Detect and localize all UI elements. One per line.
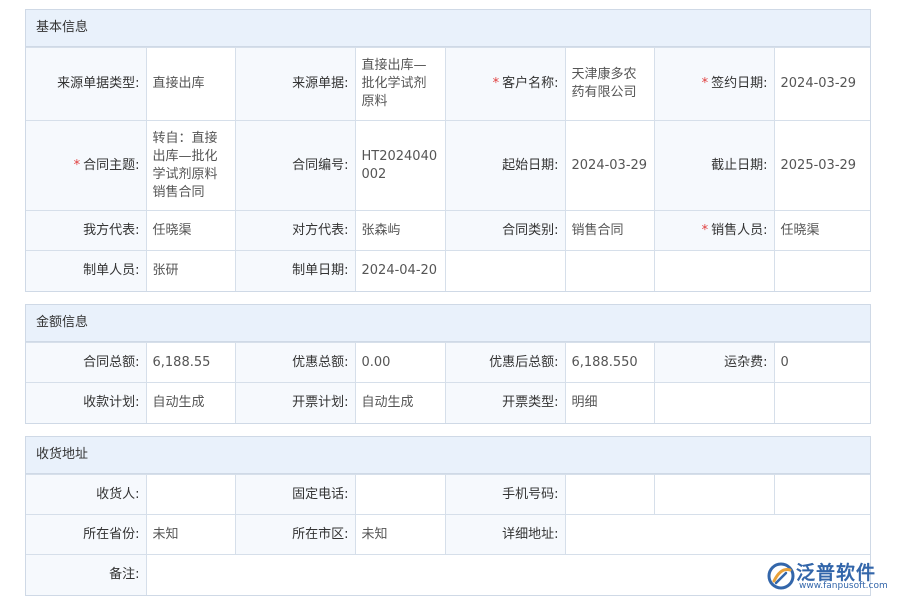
subject-label: * 合同主题: bbox=[26, 120, 147, 211]
contract-no-label: 合同编号: bbox=[234, 120, 356, 211]
amount-info-table: 合同总额: 6,188.55 优惠总额: 0.00 优惠后总额: 6,188.5… bbox=[26, 342, 870, 423]
source-doc-value: 直接出库—批化学试剂原料 bbox=[354, 47, 446, 121]
required-asterisk: * bbox=[73, 157, 81, 173]
empty-cell bbox=[653, 250, 775, 291]
detail-address-label: 详细地址: bbox=[444, 514, 566, 555]
contract-type-value: 销售合同 bbox=[564, 210, 655, 251]
our-rep-label: 我方代表: bbox=[26, 210, 147, 251]
province-value: 未知 bbox=[145, 514, 236, 555]
required-asterisk: * bbox=[701, 76, 709, 91]
start-date-label: 起始日期: bbox=[444, 120, 566, 211]
basic-info-section: 基本信息 来源单据类型: 直接出库 来源单据: 直接出库—批化学试剂原料 * 客户… bbox=[25, 9, 871, 292]
city-label: 所在市区: bbox=[234, 514, 356, 555]
section-title-amount: 金额信息 bbox=[26, 305, 870, 342]
invoice-type-label: 开票类型: bbox=[444, 382, 566, 423]
after-discount-label: 优惠后总额: bbox=[444, 342, 566, 383]
address-table: 收货人: 固定电话: 手机号码: 所在省份: 未知 所在市区: 未知 详细地址:… bbox=[26, 474, 870, 595]
customer-value: 天津康多农药有限公司 bbox=[564, 47, 655, 121]
section-title-address: 收货地址 bbox=[26, 437, 870, 474]
required-asterisk: * bbox=[492, 76, 500, 91]
required-asterisk: * bbox=[701, 222, 709, 238]
invoice-plan-value: 自动生成 bbox=[354, 382, 446, 423]
maker-value: 张研 bbox=[145, 250, 236, 291]
sales-label: * 销售人员: bbox=[653, 210, 775, 251]
total-label: 合同总额: bbox=[26, 342, 147, 383]
after-discount-value: 6,188.550 bbox=[564, 342, 655, 383]
sales-value: 任晓渠 bbox=[773, 210, 870, 251]
empty-cell bbox=[653, 382, 775, 423]
make-date-label: 制单日期: bbox=[234, 250, 356, 291]
customer-label: * 客户名称: bbox=[444, 47, 566, 121]
freight-label: 运杂费: bbox=[653, 342, 775, 383]
sign-date-label: * 签约日期: bbox=[653, 47, 775, 121]
empty-cell bbox=[564, 250, 655, 291]
end-date-value: 2025-03-29 bbox=[773, 120, 870, 211]
source-type-label: 来源单据类型: bbox=[26, 47, 147, 121]
province-label: 所在省份: bbox=[26, 514, 147, 555]
make-date-value: 2024-04-20 bbox=[354, 250, 446, 291]
remark-label: 备注: bbox=[26, 554, 147, 595]
phone-value bbox=[354, 474, 446, 515]
our-rep-value: 任晓渠 bbox=[145, 210, 236, 251]
start-date-value: 2024-03-29 bbox=[564, 120, 655, 211]
phone-label: 固定电话: bbox=[234, 474, 356, 515]
mobile-label: 手机号码: bbox=[444, 474, 566, 515]
discount-value: 0.00 bbox=[354, 342, 446, 383]
sign-date-value: 2024-03-29 bbox=[773, 47, 870, 121]
empty-cell bbox=[773, 382, 870, 423]
invoice-plan-label: 开票计划: bbox=[234, 382, 356, 423]
maker-label: 制单人员: bbox=[26, 250, 147, 291]
detail-address-value bbox=[564, 514, 870, 555]
receipt-plan-value: 自动生成 bbox=[145, 382, 236, 423]
logo-url: www.fanpusoft.com bbox=[799, 581, 888, 591]
empty-cell bbox=[773, 474, 870, 515]
basic-info-table: 来源单据类型: 直接出库 来源单据: 直接出库—批化学试剂原料 * 客户名称: 天… bbox=[26, 47, 870, 291]
other-rep-value: 张森屿 bbox=[354, 210, 446, 251]
subject-value: 转自：直接出库—批化学试剂原料销售合同 bbox=[145, 120, 236, 211]
amount-info-section: 金额信息 合同总额: 6,188.55 优惠总额: 0.00 优惠后总额: 6,… bbox=[25, 304, 871, 424]
receiver-label: 收货人: bbox=[26, 474, 147, 515]
other-rep-label: 对方代表: bbox=[234, 210, 356, 251]
discount-label: 优惠总额: bbox=[234, 342, 356, 383]
city-value: 未知 bbox=[354, 514, 446, 555]
total-value: 6,188.55 bbox=[145, 342, 236, 383]
address-section: 收货地址 收货人: 固定电话: 手机号码: 所在省份: 未知 所在市区: 未知 … bbox=[25, 436, 871, 596]
fanpu-logo-icon bbox=[767, 562, 795, 590]
mobile-value bbox=[564, 474, 655, 515]
fanpu-logo: 泛普软件 www.fanpusoft.com bbox=[766, 558, 890, 594]
receipt-plan-label: 收款计划: bbox=[26, 382, 147, 423]
empty-cell bbox=[653, 474, 775, 515]
receiver-value bbox=[145, 474, 236, 515]
end-date-label: 截止日期: bbox=[653, 120, 775, 211]
freight-value: 0 bbox=[773, 342, 870, 383]
section-title-basic: 基本信息 bbox=[26, 10, 870, 47]
source-type-value: 直接出库 bbox=[145, 47, 236, 121]
contract-type-label: 合同类别: bbox=[444, 210, 566, 251]
source-doc-label: 来源单据: bbox=[234, 47, 356, 121]
invoice-type-value: 明细 bbox=[564, 382, 655, 423]
remark-value bbox=[145, 554, 870, 595]
empty-cell bbox=[773, 250, 870, 291]
empty-cell bbox=[444, 250, 566, 291]
contract-no-value: HT2024040002 bbox=[354, 120, 446, 211]
